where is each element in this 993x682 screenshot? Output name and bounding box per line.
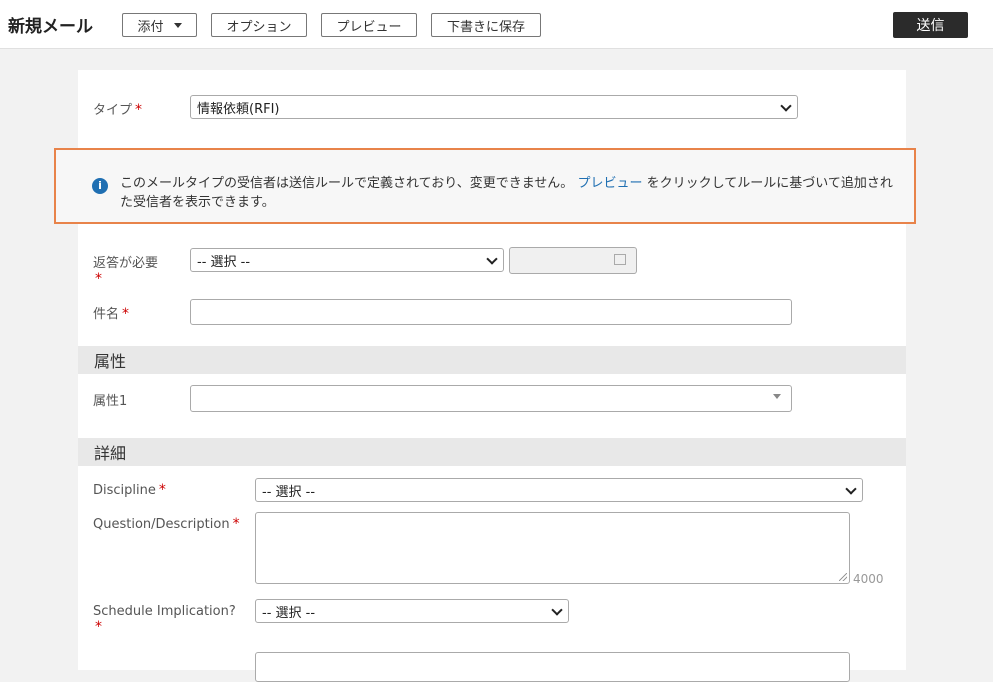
recipient-info-notice: i このメールタイプの受信者は送信ルールで定義されており、変更できません。 プレ… [54, 148, 916, 224]
attach-button[interactable]: 添付 [122, 13, 197, 37]
top-toolbar: 新規メール 添付 オプション プレビュー 下書きに保存 送信 [0, 0, 993, 49]
preview-link[interactable]: プレビュー [577, 176, 642, 191]
chevron-down-icon [773, 394, 781, 399]
resize-handle-icon[interactable] [839, 573, 847, 581]
additional-field-input[interactable] [255, 652, 850, 682]
save-draft-button[interactable]: 下書きに保存 [431, 13, 541, 37]
info-icon: i [92, 178, 108, 194]
chevron-down-icon [173, 22, 182, 28]
required-mark: * [158, 482, 166, 498]
type-select-value: 情報依頼(RFI) [197, 101, 280, 117]
page-title: 新規メール [8, 17, 93, 37]
subject-input[interactable] [190, 299, 792, 325]
chevron-down-icon [486, 253, 498, 265]
info-text-before: このメールタイプの受信者は送信ルールで定義されており、変更できません。 [120, 176, 574, 191]
response-required-label: 返答が必要 * [93, 252, 158, 287]
response-required-label-text: 返答が必要 [93, 256, 159, 271]
type-label-text: タイプ [93, 103, 133, 118]
attach-label: 添付 [137, 19, 164, 35]
discipline-select[interactable]: -- 選択 -- [255, 478, 863, 502]
attributes-section-header: 属性 [78, 346, 906, 374]
required-mark: * [95, 271, 102, 287]
discipline-label: Discipline * [93, 482, 166, 498]
character-counter: 4000 [853, 572, 884, 586]
send-button[interactable]: 送信 [893, 12, 968, 38]
required-mark: * [232, 516, 240, 532]
schedule-label: Schedule Implication? * [93, 604, 236, 635]
question-label-text: Question/Description [93, 517, 230, 532]
preview-button[interactable]: プレビュー [321, 13, 417, 37]
response-required-value: -- 選択 -- [197, 254, 251, 270]
subject-label-text: 件名 [93, 307, 120, 322]
chevron-down-icon [780, 100, 792, 112]
required-mark: * [135, 102, 143, 118]
question-label: Question/Description * [93, 516, 240, 532]
response-required-select[interactable]: -- 選択 -- [190, 248, 504, 272]
chevron-down-icon [845, 483, 857, 495]
required-mark: * [122, 306, 130, 322]
attribute1-label: 属性1 [93, 394, 128, 409]
subject-label: 件名 * [93, 303, 129, 322]
discipline-label-text: Discipline [93, 483, 156, 498]
schedule-value: -- 選択 -- [262, 605, 316, 621]
info-text: このメールタイプの受信者は送信ルールで定義されており、変更できません。 プレビュ… [120, 174, 900, 212]
calendar-icon[interactable] [614, 254, 626, 265]
schedule-label-text: Schedule Implication? [93, 604, 236, 619]
response-date-input[interactable] [509, 247, 637, 274]
details-section-header: 詳細 [78, 438, 906, 466]
required-mark: * [95, 619, 102, 635]
attribute1-combobox[interactable] [190, 385, 792, 412]
type-select[interactable]: 情報依頼(RFI) [190, 95, 798, 119]
schedule-select[interactable]: -- 選択 -- [255, 599, 569, 623]
type-label: タイプ * [93, 99, 142, 118]
discipline-value: -- 選択 -- [262, 484, 316, 500]
question-textarea[interactable] [255, 512, 850, 584]
chevron-down-icon [551, 604, 563, 616]
options-button[interactable]: オプション [211, 13, 307, 37]
